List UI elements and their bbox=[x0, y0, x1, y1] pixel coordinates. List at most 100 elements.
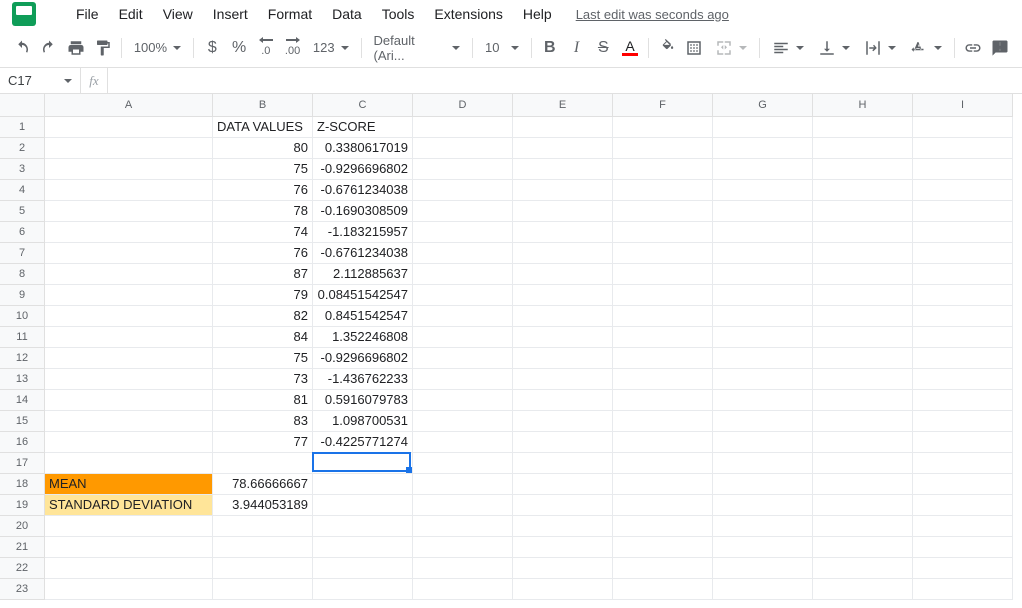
cell-H16[interactable] bbox=[813, 432, 913, 453]
menu-data[interactable]: Data bbox=[324, 2, 370, 26]
cell-C22[interactable] bbox=[313, 558, 413, 579]
cell-H19[interactable] bbox=[813, 495, 913, 516]
cell-C16[interactable]: -0.4225771274 bbox=[313, 432, 413, 453]
cell-F9[interactable] bbox=[613, 285, 713, 306]
cell-H12[interactable] bbox=[813, 348, 913, 369]
cell-G9[interactable] bbox=[713, 285, 813, 306]
cell-D23[interactable] bbox=[413, 579, 513, 600]
row-header-18[interactable]: 18 bbox=[0, 474, 45, 495]
horizontal-align-button[interactable] bbox=[766, 34, 810, 62]
decrease-decimal-button[interactable]: .0 bbox=[253, 34, 278, 62]
cell-G12[interactable] bbox=[713, 348, 813, 369]
cell-B4[interactable]: 76 bbox=[213, 180, 313, 201]
cell-G10[interactable] bbox=[713, 306, 813, 327]
cell-G21[interactable] bbox=[713, 537, 813, 558]
cell-B11[interactable]: 84 bbox=[213, 327, 313, 348]
cell-C18[interactable] bbox=[313, 474, 413, 495]
cell-E9[interactable] bbox=[513, 285, 613, 306]
menu-help[interactable]: Help bbox=[515, 2, 560, 26]
text-color-button[interactable]: A bbox=[618, 34, 643, 62]
cell-E20[interactable] bbox=[513, 516, 613, 537]
spreadsheet-grid[interactable]: ABCDEFGHI1DATA VALUESZ-SCORE2800.3380617… bbox=[0, 94, 1022, 600]
cell-H6[interactable] bbox=[813, 222, 913, 243]
format-currency-button[interactable]: $ bbox=[200, 34, 225, 62]
column-header-B[interactable]: B bbox=[213, 94, 313, 117]
italic-button[interactable]: I bbox=[564, 34, 589, 62]
cell-D1[interactable] bbox=[413, 117, 513, 138]
cell-G3[interactable] bbox=[713, 159, 813, 180]
menu-insert[interactable]: Insert bbox=[205, 2, 256, 26]
cell-I21[interactable] bbox=[913, 537, 1013, 558]
cell-G7[interactable] bbox=[713, 243, 813, 264]
row-header-21[interactable]: 21 bbox=[0, 537, 45, 558]
cell-C1[interactable]: Z-SCORE bbox=[313, 117, 413, 138]
cell-G13[interactable] bbox=[713, 369, 813, 390]
formula-input[interactable] bbox=[108, 68, 1022, 93]
cell-D22[interactable] bbox=[413, 558, 513, 579]
cell-A15[interactable] bbox=[45, 411, 213, 432]
cell-F16[interactable] bbox=[613, 432, 713, 453]
cell-F13[interactable] bbox=[613, 369, 713, 390]
cell-G22[interactable] bbox=[713, 558, 813, 579]
cell-A9[interactable] bbox=[45, 285, 213, 306]
cell-I2[interactable] bbox=[913, 138, 1013, 159]
cell-I12[interactable] bbox=[913, 348, 1013, 369]
cell-B13[interactable]: 73 bbox=[213, 369, 313, 390]
row-header-11[interactable]: 11 bbox=[0, 327, 45, 348]
cell-C23[interactable] bbox=[313, 579, 413, 600]
cell-D7[interactable] bbox=[413, 243, 513, 264]
cell-E23[interactable] bbox=[513, 579, 613, 600]
cell-I15[interactable] bbox=[913, 411, 1013, 432]
cell-F20[interactable] bbox=[613, 516, 713, 537]
cell-B10[interactable]: 82 bbox=[213, 306, 313, 327]
cell-B23[interactable] bbox=[213, 579, 313, 600]
cell-B19[interactable]: 3.944053189 bbox=[213, 495, 313, 516]
cell-I11[interactable] bbox=[913, 327, 1013, 348]
cell-D9[interactable] bbox=[413, 285, 513, 306]
cell-H23[interactable] bbox=[813, 579, 913, 600]
cell-F12[interactable] bbox=[613, 348, 713, 369]
cell-F5[interactable] bbox=[613, 201, 713, 222]
cell-C3[interactable]: -0.9296696802 bbox=[313, 159, 413, 180]
cell-C13[interactable]: -1.436762233 bbox=[313, 369, 413, 390]
cell-F14[interactable] bbox=[613, 390, 713, 411]
cell-B22[interactable] bbox=[213, 558, 313, 579]
cell-E10[interactable] bbox=[513, 306, 613, 327]
cell-F22[interactable] bbox=[613, 558, 713, 579]
cell-I4[interactable] bbox=[913, 180, 1013, 201]
increase-decimal-button[interactable]: .00 bbox=[280, 34, 305, 62]
cell-F3[interactable] bbox=[613, 159, 713, 180]
cell-F8[interactable] bbox=[613, 264, 713, 285]
undo-button[interactable] bbox=[10, 34, 35, 62]
cell-F10[interactable] bbox=[613, 306, 713, 327]
cell-I16[interactable] bbox=[913, 432, 1013, 453]
cell-C7[interactable]: -0.6761234038 bbox=[313, 243, 413, 264]
cell-G17[interactable] bbox=[713, 453, 813, 474]
cell-E15[interactable] bbox=[513, 411, 613, 432]
sheets-logo[interactable] bbox=[12, 2, 36, 26]
row-header-17[interactable]: 17 bbox=[0, 453, 45, 474]
cell-G4[interactable] bbox=[713, 180, 813, 201]
cell-A12[interactable] bbox=[45, 348, 213, 369]
cell-F2[interactable] bbox=[613, 138, 713, 159]
cell-E7[interactable] bbox=[513, 243, 613, 264]
row-header-12[interactable]: 12 bbox=[0, 348, 45, 369]
cell-D21[interactable] bbox=[413, 537, 513, 558]
cell-G19[interactable] bbox=[713, 495, 813, 516]
cell-E18[interactable] bbox=[513, 474, 613, 495]
column-header-D[interactable]: D bbox=[413, 94, 513, 117]
cell-B16[interactable]: 77 bbox=[213, 432, 313, 453]
cell-I22[interactable] bbox=[913, 558, 1013, 579]
row-header-10[interactable]: 10 bbox=[0, 306, 45, 327]
cell-C6[interactable]: -1.183215957 bbox=[313, 222, 413, 243]
cell-A2[interactable] bbox=[45, 138, 213, 159]
cell-D15[interactable] bbox=[413, 411, 513, 432]
redo-button[interactable] bbox=[37, 34, 62, 62]
row-header-19[interactable]: 19 bbox=[0, 495, 45, 516]
cell-H21[interactable] bbox=[813, 537, 913, 558]
cell-H9[interactable] bbox=[813, 285, 913, 306]
cell-E4[interactable] bbox=[513, 180, 613, 201]
cell-I9[interactable] bbox=[913, 285, 1013, 306]
font-select[interactable]: Default (Ari... bbox=[368, 34, 467, 62]
cell-E8[interactable] bbox=[513, 264, 613, 285]
